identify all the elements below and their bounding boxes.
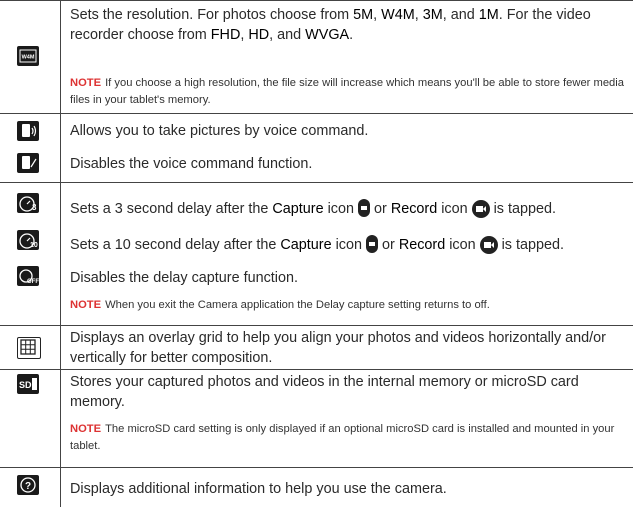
divider <box>0 467 633 468</box>
grid-icon <box>17 337 41 359</box>
help-description: Displays additional information to help … <box>70 481 447 497</box>
timer-10-description: Sets a 10 second delay after the Capture… <box>70 234 625 260</box>
resolution-w4m-icon: W4M <box>17 46 39 66</box>
divider <box>0 0 633 1</box>
resolution-note: NOTE If you choose a high resolution, the… <box>70 77 624 106</box>
timer-3-icon: 3 <box>17 193 39 213</box>
voice-shutter-on-icon <box>17 121 39 141</box>
divider <box>0 182 633 183</box>
delay-note: NOTE When you exit the Camera application… <box>70 299 490 311</box>
storage-note: NOTE The microSD card setting is only dis… <box>70 423 615 452</box>
svg-text:?: ? <box>25 481 31 492</box>
help-icon: ? <box>17 475 39 495</box>
timer-off-icon: OFF <box>17 266 39 286</box>
storage-description: Stores your captured photos and videos i… <box>70 374 579 410</box>
capture-icon <box>358 198 371 224</box>
capture-icon <box>366 234 379 260</box>
svg-text:SD: SD <box>19 380 32 390</box>
voice-on-description: Allows you to take pictures by voice com… <box>70 123 369 139</box>
grid-description: Displays an overlay grid to help you ali… <box>70 330 606 366</box>
divider <box>0 113 633 114</box>
record-icon <box>471 200 490 224</box>
svg-text:3: 3 <box>32 203 37 212</box>
voice-off-description: Disables the voice command function. <box>70 156 313 172</box>
divider <box>0 325 633 326</box>
column-divider <box>60 0 61 507</box>
timer-10-icon: 10 <box>17 230 39 250</box>
divider <box>0 369 633 370</box>
voice-shutter-off-icon <box>17 153 39 173</box>
storage-sd-icon: SD <box>17 374 39 394</box>
timer-off-description: Disables the delay capture function. <box>70 270 298 286</box>
svg-text:OFF: OFF <box>27 279 39 285</box>
resolution-description: Sets the resolution. For photos choose f… <box>70 7 591 43</box>
record-icon <box>479 236 498 260</box>
timer-3-description: Sets a 3 second delay after the Capture … <box>70 198 625 224</box>
svg-text:W4M: W4M <box>22 55 35 61</box>
svg-text:10: 10 <box>30 242 38 249</box>
